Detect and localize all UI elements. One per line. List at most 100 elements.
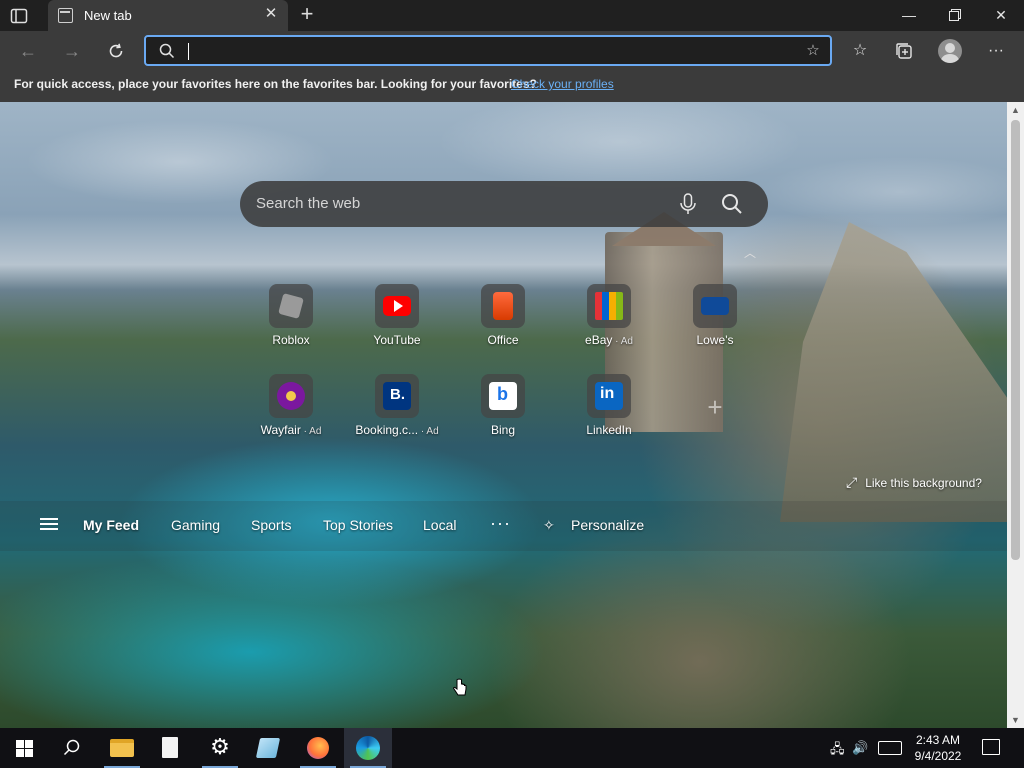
tab-title: New tab — [84, 8, 132, 23]
start-button[interactable] — [0, 728, 48, 768]
action-center-icon[interactable] — [982, 739, 1000, 755]
address-caret — [188, 43, 189, 60]
clock-date: 9/4/2022 — [914, 749, 962, 763]
volume-icon[interactable]: 🔊 — [852, 740, 868, 756]
more-options-icon[interactable]: ··· — [984, 39, 1008, 63]
scroll-down-icon[interactable]: ▼ — [1007, 712, 1024, 728]
taskbar-edge[interactable] — [344, 728, 392, 768]
quick-link-label: Wayfair — [260, 423, 301, 437]
quick-link-roblox[interactable]: Roblox — [246, 284, 336, 364]
windows-taskbar: ⚙ 🖧 🔊 2:43 AM 9/4/2022 — [0, 728, 1024, 768]
add-favorite-icon[interactable]: ☆ — [804, 42, 822, 60]
firefox-icon — [307, 737, 329, 759]
quick-link-label: Roblox — [272, 333, 310, 347]
feed-tab-local[interactable]: Local — [423, 517, 456, 533]
taskbar-notepad[interactable] — [146, 728, 194, 768]
feed-tab-my-feed[interactable]: My Feed — [83, 517, 139, 533]
minimize-icon[interactable]: — — [886, 0, 932, 31]
bing-icon: b — [481, 374, 525, 418]
network-icon[interactable]: 🖧 — [830, 740, 845, 762]
taskbar-firefox[interactable] — [294, 728, 342, 768]
quick-link-label: eBay — [585, 333, 613, 347]
quick-link-lowes[interactable]: Lowe's — [670, 284, 760, 364]
web-search-box[interactable]: Search the web — [240, 181, 768, 227]
quick-link-label: YouTube — [373, 333, 421, 347]
web-search-placeholder: Search the web — [256, 195, 361, 212]
quick-link-bing[interactable]: b Bing — [458, 374, 548, 454]
taskbar-file-explorer[interactable] — [98, 728, 146, 768]
wayfair-icon — [269, 374, 313, 418]
back-icon[interactable]: ← — [16, 39, 40, 63]
restore-icon[interactable] — [932, 0, 978, 31]
hamburger-menu-icon[interactable] — [40, 515, 60, 535]
feed-tab-sports[interactable]: Sports — [251, 517, 291, 533]
gear-icon: ⚙ — [210, 734, 230, 759]
quick-link-label: Bing — [490, 423, 516, 437]
quick-link-label: LinkedIn — [586, 423, 632, 437]
quick-link-wayfair[interactable]: Wayfair · Ad — [246, 374, 336, 454]
address-bar[interactable]: ☆ — [144, 35, 832, 66]
linkedin-icon: in — [587, 374, 631, 418]
favorites-bar: For quick access, place your favorites h… — [0, 71, 1024, 102]
ebay-icon — [587, 284, 631, 328]
page-scrollbar[interactable]: ▲ ▼ — [1007, 102, 1024, 728]
more-feeds-button[interactable]: ··· — [490, 513, 511, 534]
edge-icon — [356, 736, 380, 760]
office-icon — [481, 284, 525, 328]
profile-avatar[interactable] — [938, 39, 962, 63]
tab-new-tab[interactable]: New tab ✕ — [48, 0, 288, 31]
favorites-hint-text: For quick access, place your favorites h… — [14, 77, 537, 91]
tab-actions-icon[interactable] — [10, 7, 28, 25]
quick-link-booking[interactable]: B. Booking.c... · Ad — [352, 374, 442, 454]
ad-badge: · Ad — [418, 426, 439, 437]
quick-link-office[interactable]: Office — [458, 284, 548, 364]
new-tab-button[interactable]: + — [296, 3, 318, 26]
windows-logo-icon — [16, 740, 33, 757]
scroll-up-icon[interactable]: ▲ — [1007, 102, 1024, 118]
booking-icon: B. — [375, 374, 419, 418]
scroll-thumb[interactable] — [1011, 120, 1020, 560]
close-tab-icon[interactable]: ✕ — [264, 6, 278, 21]
expand-icon: ⤢ — [846, 474, 858, 490]
taskbar-search-button[interactable] — [48, 728, 96, 768]
taskbar-settings[interactable]: ⚙ — [196, 728, 244, 768]
quick-link-linkedin[interactable]: in LinkedIn — [564, 374, 654, 454]
refresh-icon[interactable] — [104, 39, 128, 63]
feed-navigation: My Feed Gaming Sports Top Stories Local … — [0, 501, 1007, 551]
personalize-button[interactable]: ✧ Personalize — [543, 517, 644, 534]
address-search-icon — [159, 43, 175, 59]
system-clock[interactable]: 2:43 AM 9/4/2022 — [900, 732, 976, 764]
like-background-label: Like this background? — [865, 476, 982, 490]
microphone-icon[interactable] — [678, 193, 698, 215]
personalize-icon: ✧ — [543, 517, 555, 533]
browser-toolbar: ← → ☆ ☆ ··· — [0, 31, 1024, 71]
close-window-icon[interactable]: ✕ — [978, 0, 1024, 31]
collapse-chevron-icon[interactable]: ︿ — [742, 244, 758, 260]
quick-link-youtube[interactable]: YouTube — [352, 284, 442, 364]
search-icon — [63, 739, 80, 756]
roblox-icon — [269, 284, 313, 328]
favorites-icon[interactable]: ☆ — [848, 39, 872, 63]
forward-icon[interactable]: → — [60, 39, 84, 63]
quick-link-ebay[interactable]: eBay · Ad — [564, 284, 654, 364]
notebook-icon — [255, 738, 281, 758]
search-icon[interactable] — [720, 192, 744, 216]
check-profiles-link[interactable]: Check your profiles — [511, 77, 614, 91]
document-icon — [162, 737, 178, 758]
ad-badge: · Ad — [300, 426, 322, 437]
keyboard-icon[interactable] — [878, 741, 902, 755]
taskbar-app-notebook[interactable] — [244, 728, 292, 768]
feed-tab-gaming[interactable]: Gaming — [171, 517, 220, 533]
personalize-label: Personalize — [571, 517, 645, 533]
like-background-button[interactable]: ⤢ Like this background? — [846, 474, 982, 491]
clock-time: 2:43 AM — [915, 733, 961, 747]
collections-icon[interactable] — [892, 39, 916, 63]
lowes-icon — [693, 284, 737, 328]
tab-strip: New tab ✕ + — ✕ — [0, 0, 1024, 31]
folder-icon — [110, 739, 134, 757]
add-site-icon[interactable]: + — [700, 392, 730, 422]
youtube-icon — [375, 284, 419, 328]
ad-badge: · Ad — [612, 336, 633, 347]
quick-link-label: Lowe's — [696, 333, 734, 347]
feed-tab-top-stories[interactable]: Top Stories — [323, 517, 393, 533]
